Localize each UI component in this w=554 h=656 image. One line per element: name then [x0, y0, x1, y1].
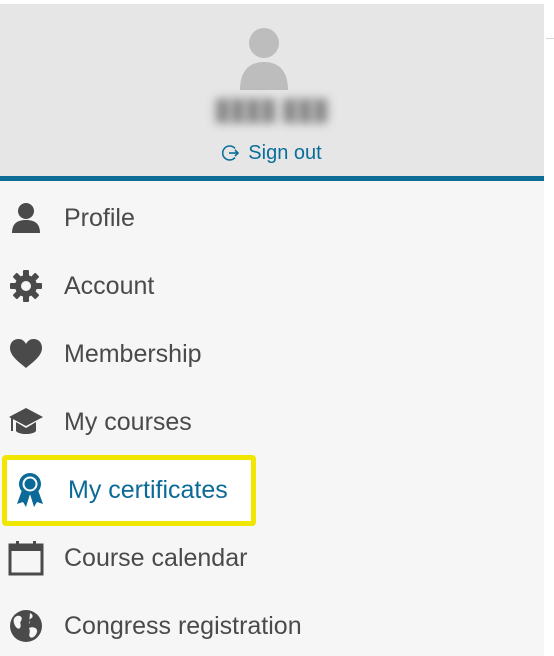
menu-item-label: My courses — [64, 407, 192, 436]
menu-item-my-courses[interactable]: My courses — [0, 392, 544, 452]
menu-item-congress-registration[interactable]: Congress registration — [0, 596, 544, 656]
menu-item-label: Congress registration — [64, 611, 302, 640]
menu-item-profile[interactable]: Profile — [0, 188, 544, 248]
avatar-icon — [236, 26, 292, 92]
menu-item-account[interactable]: Account — [0, 256, 544, 316]
menu-item-course-calendar[interactable]: Course calendar — [0, 528, 544, 588]
sign-out-label: Sign out — [248, 141, 322, 164]
right-edge — [544, 0, 554, 656]
graduation-cap-icon — [8, 404, 44, 440]
sign-out-icon — [222, 145, 240, 161]
menu-item-my-certificates[interactable]: My certificates — [0, 460, 544, 520]
calendar-icon — [8, 540, 44, 576]
heart-icon — [8, 336, 44, 372]
user-header: ████ ███ Sign out — [0, 0, 544, 176]
menu-item-label: My certificates — [68, 475, 228, 504]
sign-out-link[interactable]: Sign out — [0, 140, 544, 166]
gear-icon — [8, 268, 44, 304]
globe-icon — [8, 608, 44, 644]
menu-item-label: Membership — [64, 339, 202, 368]
header-divider — [0, 176, 544, 181]
top-border — [0, 0, 544, 4]
person-icon — [8, 200, 44, 236]
menu-item-label: Account — [64, 271, 155, 300]
username-text: ████ ███ — [215, 99, 329, 122]
menu-item-label: Course calendar — [64, 543, 248, 572]
award-ribbon-icon — [12, 472, 48, 508]
menu-item-membership[interactable]: Membership — [0, 324, 544, 384]
menu-item-label: Profile — [64, 203, 135, 232]
